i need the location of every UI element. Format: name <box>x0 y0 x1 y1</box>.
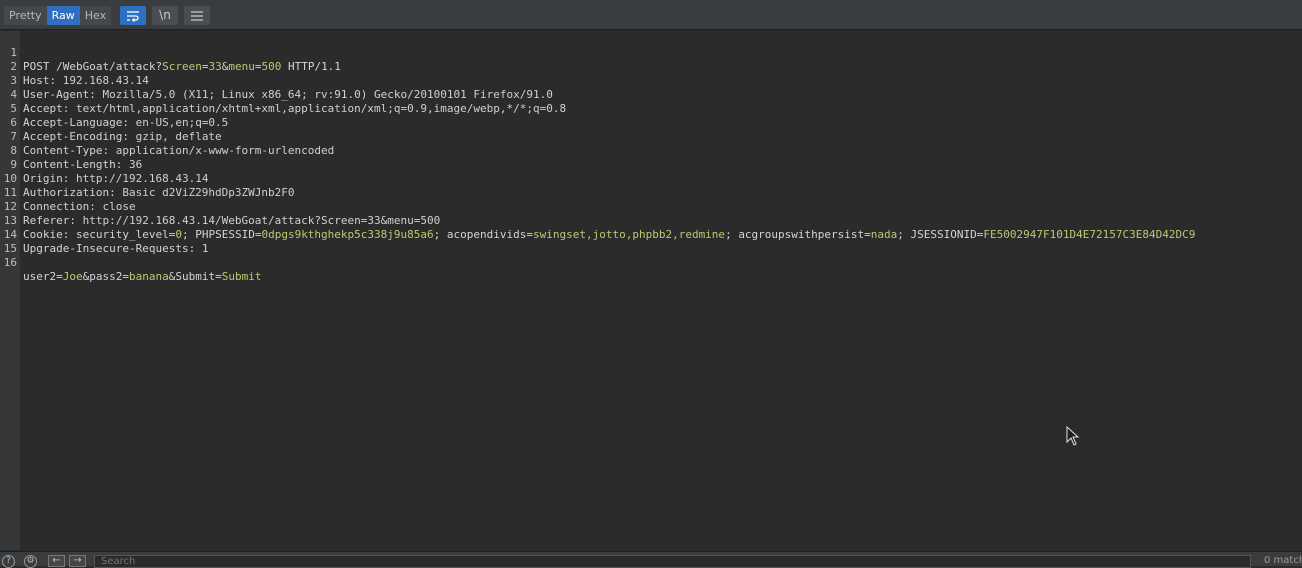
mouse-pointer-icon <box>1066 426 1080 446</box>
menu-button[interactable] <box>184 6 210 25</box>
body-param-name: pass2 <box>89 270 123 283</box>
word-wrap-icon <box>127 10 139 22</box>
tab-hex[interactable]: Hex <box>80 6 111 25</box>
arrow-left-icon: ← <box>52 555 61 566</box>
line-number: 16 <box>3 256 17 269</box>
tab-raw[interactable]: Raw <box>46 6 80 25</box>
cookie-header-line: 13 Cookie: security_level=0; PHPSESSID=0… <box>0 200 1302 241</box>
search-bar: ? ⚙ ← → 0 matches <box>0 551 1302 568</box>
arrow-right-icon: → <box>73 555 82 566</box>
word-wrap-toggle-button[interactable] <box>120 6 146 25</box>
body-param-name: user2 <box>23 270 57 283</box>
body-param-value: Submit <box>221 270 262 283</box>
body-param-name: Submit <box>175 270 216 283</box>
previous-match-button[interactable]: ← <box>48 555 65 567</box>
body-param-value: banana <box>129 270 169 283</box>
tab-pretty[interactable]: Pretty <box>4 6 47 25</box>
show-newlines-button[interactable]: \n <box>152 6 178 25</box>
header-line: 14 Upgrade-Insecure-Requests: 1 <box>0 214 1302 255</box>
header-line: 2 Host: 192.168.43.14 <box>0 46 1302 87</box>
header-line: 3 User-Agent: Mozilla/5.0 (X11; Linux x8… <box>0 60 1302 101</box>
header-line: 7 Content-Type: application/x-www-form-u… <box>0 116 1302 157</box>
header-line: 6 Accept-Encoding: gzip, deflate <box>0 102 1302 143</box>
header-line: 12 Referer: http://192.168.43.14/WebGoat… <box>0 186 1302 227</box>
hamburger-menu-icon <box>191 10 203 21</box>
body-param-value: Joe <box>62 270 83 283</box>
header-line: 11 Connection: close <box>0 172 1302 213</box>
equals-sign: = <box>56 270 63 283</box>
blank-line: 15 <box>0 228 1302 255</box>
request-body-text: user2=Joe&pass2=banana&Submit=Submit <box>23 270 262 284</box>
settings-button[interactable]: ⚙ <box>24 555 37 568</box>
search-input[interactable] <box>94 555 1251 568</box>
equals-sign: = <box>215 270 222 283</box>
match-count: 0 matches <box>1264 555 1302 566</box>
request-body-line: 16 user2=Joe&pass2=banana&Submit=Submit <box>0 242 1302 283</box>
header-line: 10 Authorization: Basic d2ViZ29hdDp3ZWJn… <box>0 158 1302 199</box>
equals-sign: = <box>122 270 129 283</box>
help-button[interactable]: ? <box>2 555 15 568</box>
view-mode-tabs: Pretty Raw Hex <box>4 6 112 25</box>
next-match-button[interactable]: → <box>69 555 86 567</box>
gear-icon: ⚙ <box>26 556 35 566</box>
help-icon: ? <box>6 556 11 566</box>
raw-request-editor[interactable]: 1 POST /WebGoat/attack?Screen=33&menu=50… <box>0 31 1302 550</box>
message-editor-toolbar: Pretty Raw Hex \n <box>0 0 1302 30</box>
header-line: 9 Origin: http://192.168.43.14 <box>0 144 1302 185</box>
header-line: 5 Accept-Language: en-US,en;q=0.5 <box>0 88 1302 129</box>
request-line: 1 POST /WebGoat/attack?Screen=33&menu=50… <box>0 32 1302 73</box>
newline-label: \n <box>159 8 171 22</box>
header-line: 8 Content-Length: 36 <box>0 130 1302 171</box>
header-line: 4 Accept: text/html,application/xhtml+xm… <box>0 74 1302 115</box>
